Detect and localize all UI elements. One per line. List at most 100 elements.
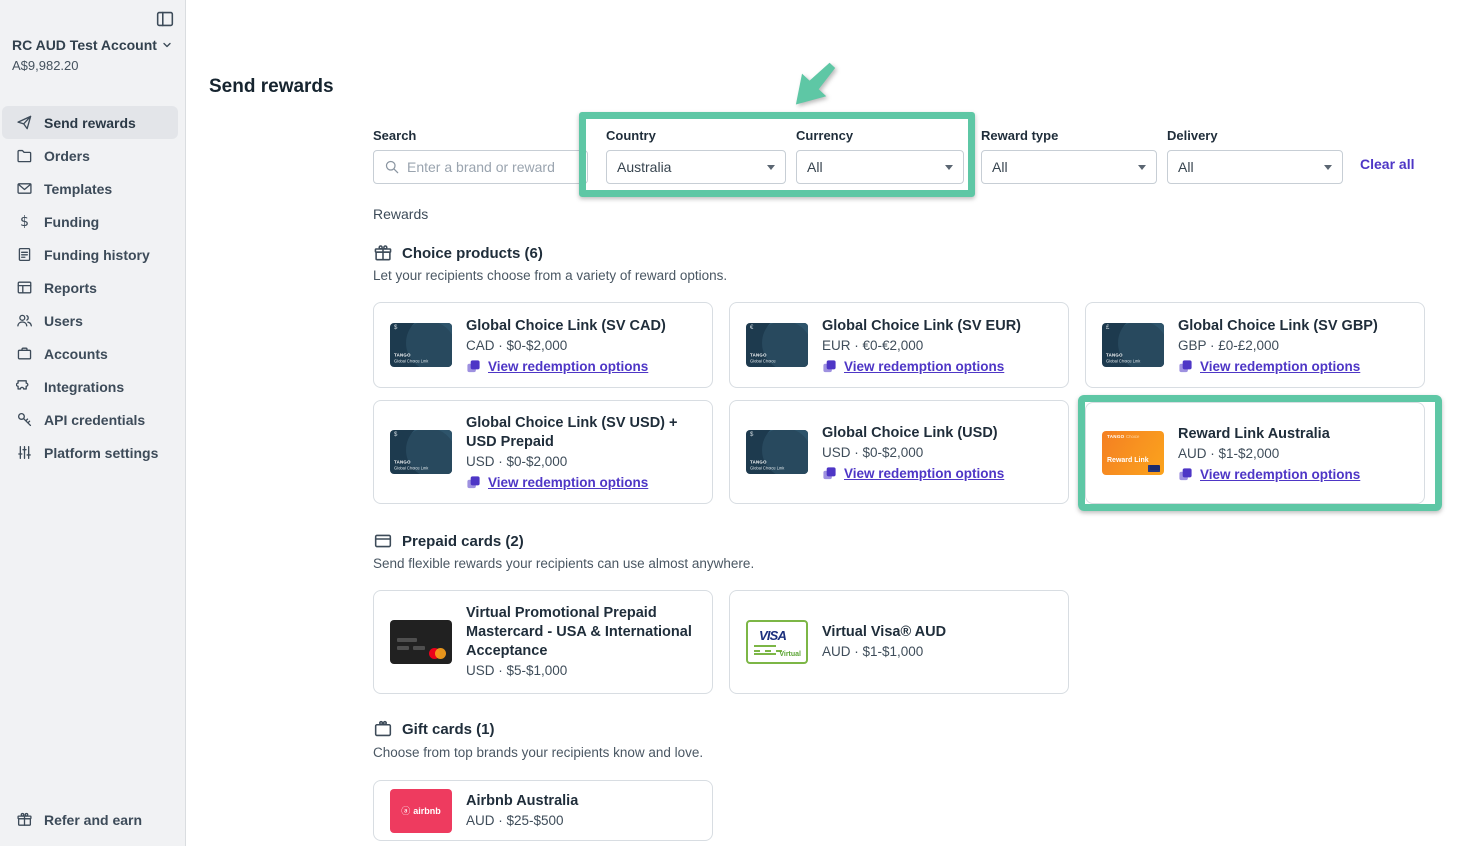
section-header-gift-cards: Gift cards (1) xyxy=(373,719,495,739)
section-header-choice-products: Choice products (6) xyxy=(373,243,543,263)
clear-all-button[interactable]: Clear all xyxy=(1360,156,1414,172)
briefcase-icon xyxy=(16,345,33,362)
page-title: Send rewards xyxy=(209,76,334,98)
sidebar-item-users[interactable]: Users xyxy=(2,304,178,337)
annotation-arrow-icon xyxy=(789,56,841,112)
airbnb-logo-icon: ⓐ xyxy=(401,804,410,817)
search-label: Search xyxy=(373,128,588,143)
card-art: TANGO Choice Reward Link xyxy=(1102,431,1164,475)
folder-icon xyxy=(16,147,33,164)
delivery-select[interactable]: All xyxy=(1167,150,1343,184)
reward-card-virtual-visa-aud[interactable]: VISA Virtual Virtual Visa® AUD AUD · $1-… xyxy=(729,590,1069,694)
card-range: EUR · €0-€2,000 xyxy=(822,337,1021,355)
card-art: £ TANGO Global Choice Link xyxy=(1102,323,1164,367)
card-range: AUD · $1-$1,000 xyxy=(822,643,946,661)
gift-icon xyxy=(16,811,33,828)
view-redemption-options-link[interactable]: View redemption options xyxy=(1200,467,1360,482)
card-title: Global Choice Link (SV GBP) xyxy=(1178,317,1378,336)
card-range: AUD · $25-$500 xyxy=(466,812,578,830)
sidebar-item-funding-history[interactable]: Funding history xyxy=(2,238,178,271)
card-art: VISA Virtual xyxy=(746,620,808,664)
sidebar-item-integrations[interactable]: Integrations xyxy=(2,370,178,403)
card-title: Virtual Promotional Prepaid Mastercard -… xyxy=(466,604,696,661)
section-title: Gift cards (1) xyxy=(402,721,495,738)
chevron-down-icon xyxy=(767,165,775,170)
section-subtitle: Send flexible rewards your recipients ca… xyxy=(373,556,754,571)
section-subtitle: Choose from top brands your recipients k… xyxy=(373,745,703,760)
card-title: Global Choice Link (SV CAD) xyxy=(466,317,666,336)
card-art xyxy=(390,620,452,664)
reward-card-global-choice-link-sv-eur[interactable]: € TANGO Global Choice Global Choice Link… xyxy=(729,302,1069,388)
chevron-down-icon xyxy=(1324,165,1332,170)
card-title: Virtual Visa® AUD xyxy=(822,623,946,642)
card-range: CAD · $0-$2,000 xyxy=(466,337,666,355)
search-icon xyxy=(384,159,400,175)
card-art: ⓐ airbnb xyxy=(390,789,452,833)
mastercard-logo xyxy=(429,648,440,659)
view-redemption-options-link[interactable]: View redemption options xyxy=(488,475,648,490)
card-range: GBP · £0-£2,000 xyxy=(1178,337,1378,355)
chevron-down-icon xyxy=(945,165,953,170)
view-redemption-options-link[interactable]: View redemption options xyxy=(844,359,1004,374)
sidebar-item-api-credentials[interactable]: API credentials xyxy=(2,403,178,436)
card-range: USD · $0-$2,000 xyxy=(822,444,1004,462)
sidebar-item-send-rewards[interactable]: Send rewards xyxy=(2,106,178,139)
card-title: Global Choice Link (USD) xyxy=(822,424,1004,443)
section-subtitle: Let your recipients choose from a variet… xyxy=(373,268,727,283)
card-title: Airbnb Australia xyxy=(466,792,578,811)
reward-type-select[interactable]: All xyxy=(981,150,1157,184)
paper-plane-icon xyxy=(16,114,33,131)
dollar-icon: $ xyxy=(16,213,33,230)
country-select[interactable]: Australia xyxy=(606,150,786,184)
currency-filter: Currency All xyxy=(796,128,964,184)
view-redemption-options-link[interactable]: View redemption options xyxy=(844,466,1004,481)
reward-card-global-choice-link-usd[interactable]: $ TANGO Global Choice Link Global Choice… xyxy=(729,400,1069,504)
country-filter: Country Australia xyxy=(606,128,786,184)
card-title: Global Choice Link (SV EUR) xyxy=(822,317,1021,336)
redemption-options-icon xyxy=(1178,359,1193,374)
card-title: Reward Link Australia xyxy=(1178,425,1360,444)
account-switcher[interactable]: RC AUD Test Account xyxy=(12,37,172,53)
section-title: Choice products (6) xyxy=(402,245,543,262)
search-input[interactable] xyxy=(407,159,577,175)
reward-card-global-choice-link-sv-cad[interactable]: $ TANGO Global Choice Link Global Choice… xyxy=(373,302,713,388)
delivery-label: Delivery xyxy=(1167,128,1343,143)
sidebar-item-templates[interactable]: Templates xyxy=(2,172,178,205)
card-range: AUD · $1-$2,000 xyxy=(1178,445,1360,463)
sidebar-item-accounts[interactable]: Accounts xyxy=(2,337,178,370)
receipt-icon xyxy=(16,246,33,263)
reward-card-global-choice-link-sv-gbp[interactable]: £ TANGO Global Choice Link Global Choice… xyxy=(1085,302,1425,388)
currency-select[interactable]: All xyxy=(796,150,964,184)
section-title: Prepaid cards (2) xyxy=(402,533,524,550)
sidebar-item-orders[interactable]: Orders xyxy=(2,139,178,172)
visa-logo: VISA xyxy=(759,628,786,643)
redemption-options-icon xyxy=(1178,467,1193,482)
sidebar-item-reports[interactable]: Reports xyxy=(2,271,178,304)
svg-text:$: $ xyxy=(20,214,29,230)
redemption-options-icon xyxy=(466,359,481,374)
card-title: Global Choice Link (SV USD) + USD Prepai… xyxy=(466,414,696,452)
australia-flag xyxy=(1148,465,1160,472)
view-redemption-options-link[interactable]: View redemption options xyxy=(1200,359,1360,374)
sidebar: RC AUD Test Account A$9,982.20 Send rewa… xyxy=(0,0,186,846)
reward-card-reward-link-australia[interactable]: TANGO Choice Reward Link Reward Link Aus… xyxy=(1085,402,1425,504)
envelope-icon xyxy=(16,180,33,197)
collapse-sidebar-icon[interactable] xyxy=(155,9,175,29)
currency-label: Currency xyxy=(796,128,964,143)
sidebar-item-funding[interactable]: $ Funding xyxy=(2,205,178,238)
card-art: $ TANGO Global Choice Link xyxy=(390,323,452,367)
reward-card-airbnb-australia[interactable]: ⓐ airbnb Airbnb Australia AUD · $25-$500 xyxy=(373,780,713,841)
sliders-icon xyxy=(16,444,33,461)
table-icon xyxy=(16,279,33,296)
view-redemption-options-link[interactable]: View redemption options xyxy=(488,359,648,374)
key-icon xyxy=(16,411,33,428)
credit-card-icon xyxy=(373,531,393,551)
sidebar-item-refer-and-earn[interactable]: Refer and earn xyxy=(2,803,178,836)
reward-card-virtual-promotional-prepaid-mastercard[interactable]: Virtual Promotional Prepaid Mastercard -… xyxy=(373,590,713,694)
card-range: USD · $0-$2,000 xyxy=(466,453,696,471)
reward-card-global-choice-link-sv-usd-prepaid[interactable]: $ TANGO Global Choice Link Global Choice… xyxy=(373,400,713,504)
rewards-label: Rewards xyxy=(373,206,428,222)
sidebar-item-platform-settings[interactable]: Platform settings xyxy=(2,436,178,469)
card-art: $ TANGO Global Choice Link xyxy=(390,430,452,474)
gift-icon xyxy=(373,243,393,263)
